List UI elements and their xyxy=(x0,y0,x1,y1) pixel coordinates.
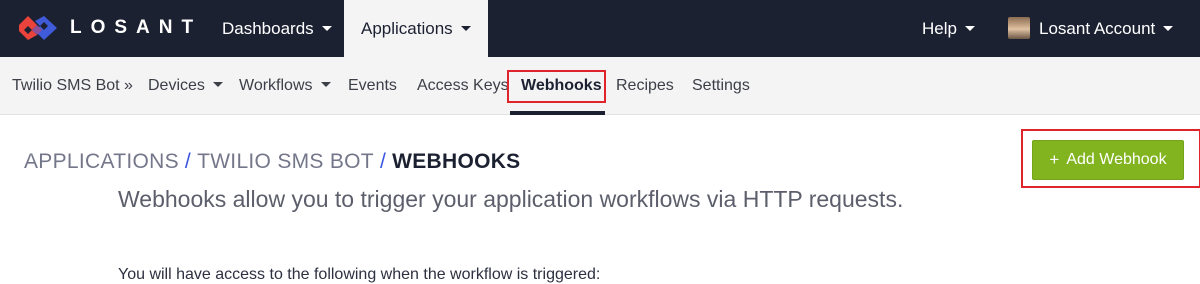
subnav-events-label: Events xyxy=(348,77,397,94)
nav-account[interactable]: Losant Account xyxy=(991,0,1190,57)
top-navbar: LOSANT Dashboards Applications Help Losa… xyxy=(0,0,1200,57)
workflow-access-intro: You will have access to the following wh… xyxy=(118,266,601,283)
subnav-settings-label: Settings xyxy=(692,77,750,94)
chevron-down-icon xyxy=(1163,26,1174,32)
subnav-app-name[interactable]: Twilio SMS Bot » xyxy=(12,57,133,115)
breadcrumb: APPLICATIONS / TWILIO SMS BOT / WEBHOOKS xyxy=(24,150,521,174)
chevron-down-icon xyxy=(964,26,975,32)
nav-applications-label: Applications xyxy=(361,19,453,38)
chevron-down-icon xyxy=(460,26,471,32)
brand-logo[interactable]: LOSANT xyxy=(18,14,202,42)
subnav-access-keys[interactable]: Access Keys xyxy=(417,57,509,115)
chevron-down-icon xyxy=(321,26,332,32)
nav-applications[interactable]: Applications xyxy=(344,0,488,57)
subnav-recipes-label: Recipes xyxy=(616,77,674,94)
subnav-devices[interactable]: Devices xyxy=(148,57,223,115)
nav-dashboards-label: Dashboards xyxy=(222,19,314,38)
nav-help[interactable]: Help xyxy=(905,0,992,57)
breadcrumb-current: WEBHOOKS xyxy=(392,150,521,173)
nav-account-label: Losant Account xyxy=(1039,19,1156,38)
add-webhook-button[interactable]: + Add Webhook xyxy=(1032,140,1184,180)
subnav-workflows[interactable]: Workflows xyxy=(239,57,331,115)
subnav-access-keys-label: Access Keys xyxy=(417,77,509,94)
chevron-down-icon xyxy=(212,82,223,88)
breadcrumb-separator: / xyxy=(184,150,192,173)
webhooks-description: Webhooks allow you to trigger your appli… xyxy=(118,186,904,212)
subnav-events[interactable]: Events xyxy=(348,57,397,115)
subnav-app-label: Twilio SMS Bot » xyxy=(12,77,133,94)
webhooks-highlight-box xyxy=(507,70,606,103)
plus-icon: + xyxy=(1049,150,1060,169)
losant-logo-icon xyxy=(19,16,57,40)
active-tab-indicator xyxy=(510,111,605,115)
avatar xyxy=(1008,16,1030,39)
breadcrumb-applications[interactable]: APPLICATIONS xyxy=(24,150,179,173)
nav-dashboards[interactable]: Dashboards xyxy=(205,0,349,57)
subnav-devices-label: Devices xyxy=(148,77,205,94)
subnav-recipes[interactable]: Recipes xyxy=(616,57,674,115)
chevron-down-icon xyxy=(320,82,331,88)
add-webhook-label: Add Webhook xyxy=(1066,151,1167,168)
breadcrumb-app[interactable]: TWILIO SMS BOT xyxy=(197,150,374,173)
brand-name: LOSANT xyxy=(70,17,203,38)
subnav-workflows-label: Workflows xyxy=(239,77,313,94)
breadcrumb-separator: / xyxy=(379,150,387,173)
subnav-settings[interactable]: Settings xyxy=(692,57,750,115)
nav-help-label: Help xyxy=(922,19,957,38)
